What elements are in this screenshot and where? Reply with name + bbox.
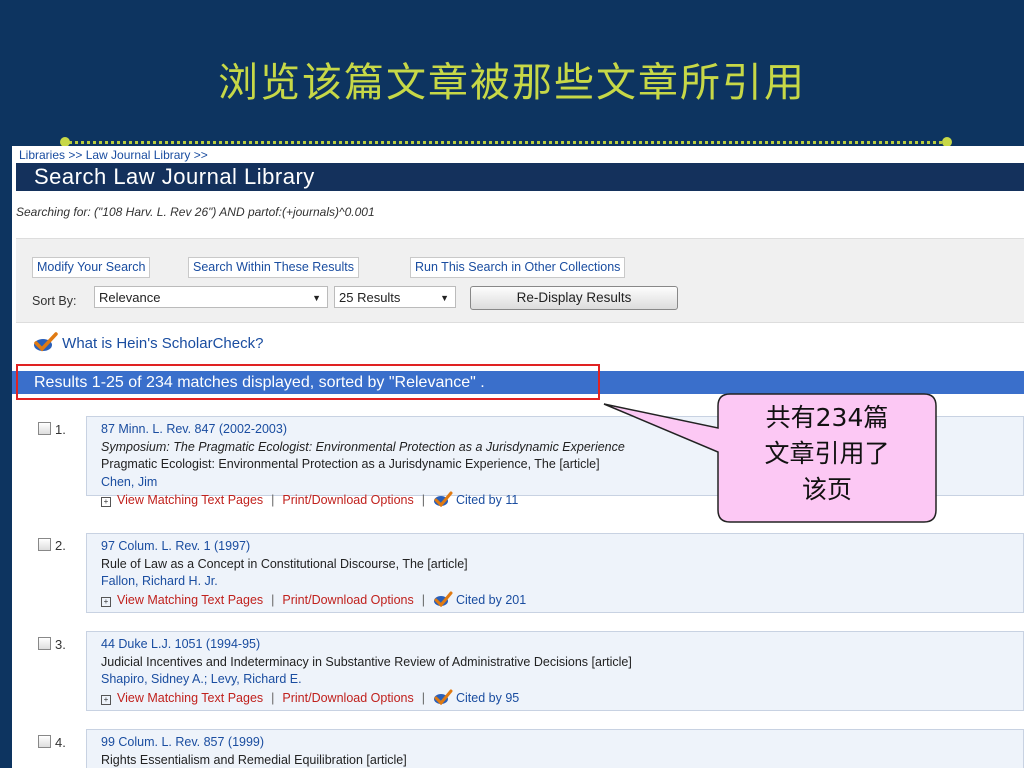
cited-by-link[interactable]: Cited by 11 (456, 493, 518, 507)
breadcrumb[interactable]: Libraries >> Law Journal Library >> (19, 148, 208, 162)
result-item-3: 44 Duke L.J. 1051 (1994-95) Judicial Inc… (86, 631, 1024, 711)
print-download-link[interactable]: Print/Download Options (282, 493, 413, 507)
result-select-3[interactable]: 3. (38, 637, 66, 652)
scholarcheck-label: What is Hein's ScholarCheck? (62, 335, 264, 352)
highlight-box (16, 364, 600, 400)
link-separator: | (271, 493, 275, 507)
results-per-page-value: 25 Results (339, 290, 401, 305)
scholarcheck-icon (433, 689, 453, 705)
callout-line: 共有234篇 (765, 403, 889, 432)
slide-title: 浏览该篇文章被那些文章所引用 (218, 60, 806, 106)
result-title: Judicial Incentives and Indeterminacy in… (101, 654, 632, 669)
result-citation[interactable]: 97 Colum. L. Rev. 1 (1997) (101, 538, 1023, 556)
sort-select[interactable]: Relevance ▼ (94, 286, 328, 308)
result-title: Rights Essentialism and Remedial Equilib… (101, 752, 407, 767)
modify-search-button[interactable]: Modify Your Search (32, 257, 151, 278)
callout-text: 共有234篇 文章引用了 该页 (718, 396, 936, 522)
print-download-link[interactable]: Print/Download Options (282, 593, 413, 607)
result-select-4[interactable]: 4. (38, 735, 66, 750)
redisplay-results-button[interactable]: Re-Display Results (470, 286, 678, 310)
result-checkbox[interactable] (38, 422, 51, 435)
link-separator: | (421, 690, 425, 705)
expand-icon[interactable]: + (101, 497, 111, 507)
scholarcheck-icon (433, 591, 453, 607)
result-checkbox[interactable] (38, 637, 51, 650)
library-title: Search Law Journal Library (16, 163, 1024, 191)
cited-by-link[interactable]: Cited by 201 (456, 593, 526, 607)
result-author[interactable]: Shapiro, Sidney A.; Levy, Richard E. (101, 671, 1023, 689)
view-matching-pages-link[interactable]: View Matching Text Pages (117, 691, 263, 705)
result-author[interactable]: Fallon, Richard H. Jr. (101, 573, 1023, 591)
search-within-button[interactable]: Search Within These Results (188, 257, 359, 278)
link-separator: | (271, 592, 275, 607)
result-checkbox[interactable] (38, 735, 51, 748)
other-collections-button[interactable]: Run This Search in Other Collections (410, 257, 626, 278)
title-divider (62, 141, 950, 144)
callout-line: 该页 (801, 475, 852, 504)
result-links: + View Matching Text Pages | Print/Download… (101, 591, 1023, 610)
scholarcheck-link[interactable]: What is Hein's ScholarCheck? (32, 332, 263, 352)
result-links: + View Matching Text Pages | Print/Download… (101, 689, 1023, 708)
print-download-link[interactable]: Print/Download Options (282, 691, 413, 705)
expand-icon[interactable]: + (101, 596, 111, 607)
result-citation[interactable]: 44 Duke L.J. 1051 (1994-95) (101, 636, 1023, 654)
view-matching-pages-link[interactable]: View Matching Text Pages (117, 493, 263, 507)
result-number: 4. (55, 735, 66, 750)
link-separator: | (421, 493, 425, 507)
cited-by-link[interactable]: Cited by 95 (456, 691, 519, 705)
expand-icon[interactable]: + (101, 694, 111, 705)
result-citation[interactable]: 99 Colum. L. Rev. 857 (1999) (101, 734, 1023, 752)
view-matching-pages-link[interactable]: View Matching Text Pages (117, 593, 263, 607)
result-title: Rule of Law as a Concept in Constitution… (101, 556, 468, 571)
scholarcheck-icon (34, 332, 58, 352)
chevron-down-icon: ▼ (312, 293, 321, 303)
result-select-2[interactable]: 2. (38, 538, 66, 553)
result-number: 3. (55, 637, 66, 652)
search-query-text: Searching for: ("108 Harv. L. Rev 26") A… (16, 205, 375, 219)
result-number: 2. (55, 538, 66, 553)
link-separator: | (421, 592, 425, 607)
callout-line: 文章引用了 (764, 439, 890, 468)
scholarcheck-icon (433, 491, 453, 507)
result-select-1[interactable]: 1. (38, 422, 66, 437)
results-per-page-select[interactable]: 25 Results ▼ (334, 286, 456, 308)
sort-by-label: Sort By: (32, 294, 77, 308)
search-controls: Modify Your Search Search Within These R… (16, 238, 1024, 323)
link-separator: | (271, 690, 275, 705)
result-checkbox[interactable] (38, 538, 51, 551)
result-item-2: 97 Colum. L. Rev. 1 (1997) Rule of Law a… (86, 533, 1024, 613)
result-number: 1. (55, 422, 66, 437)
result-item-4: 99 Colum. L. Rev. 857 (1999) Rights Esse… (86, 729, 1024, 768)
chevron-down-icon: ▼ (440, 293, 449, 303)
sort-select-value: Relevance (99, 290, 161, 305)
